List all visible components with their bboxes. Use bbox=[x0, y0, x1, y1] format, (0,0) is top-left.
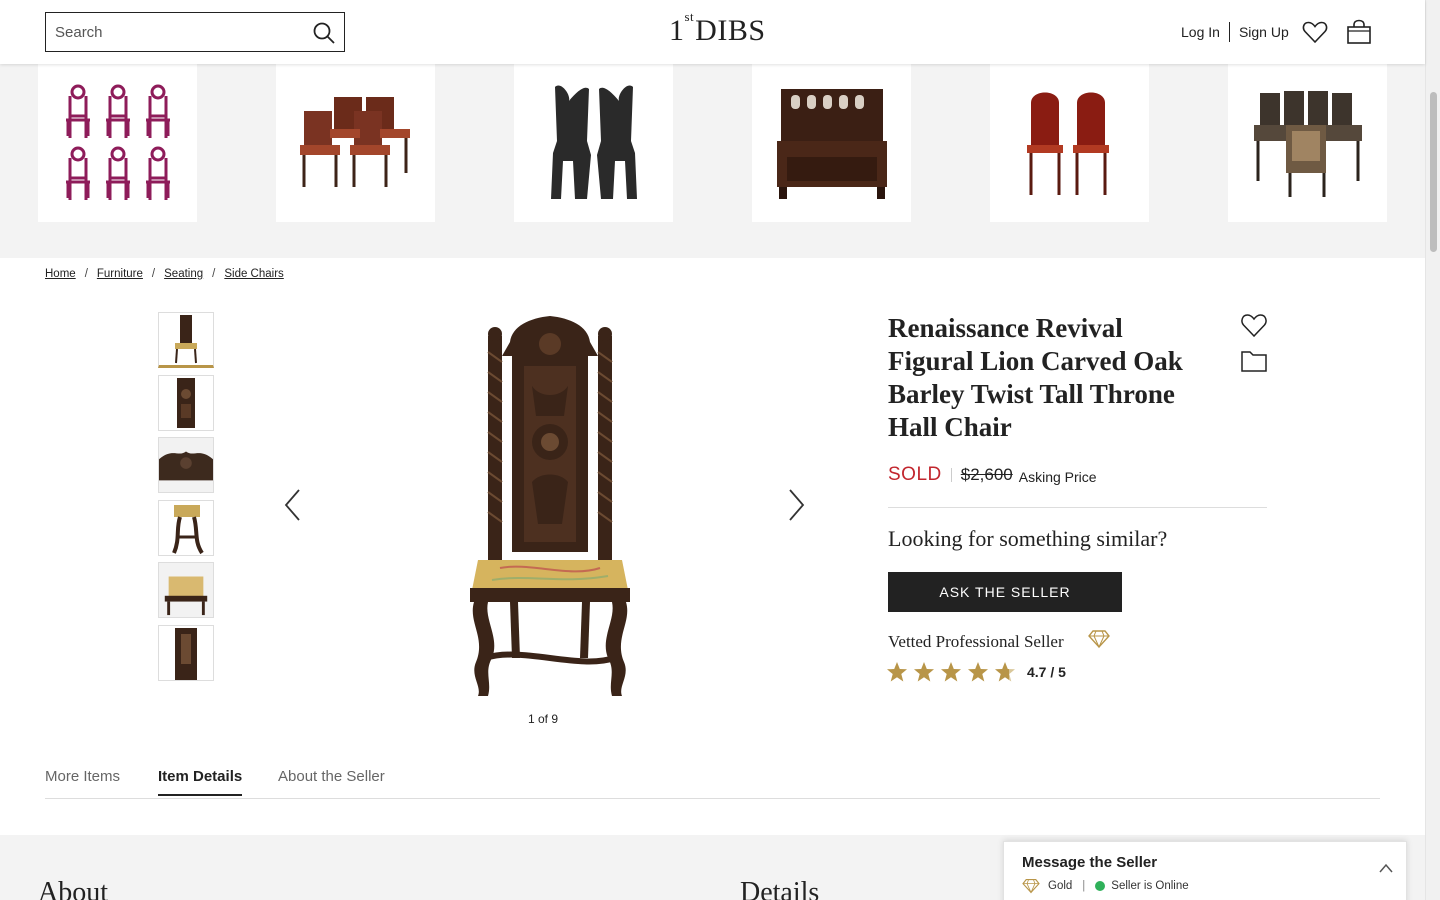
tab-more-items[interactable]: More Items bbox=[45, 768, 120, 794]
shopping-bag-icon[interactable] bbox=[1346, 19, 1372, 45]
page-scrollbar[interactable] bbox=[1425, 0, 1440, 900]
product-tabs: More Items Item Details About the Seller bbox=[45, 764, 1380, 799]
scrollbar-thumb[interactable] bbox=[1430, 92, 1437, 252]
carved-crest-thumb bbox=[159, 438, 213, 492]
site-logo[interactable]: 1stDIBS bbox=[669, 9, 766, 48]
login-link[interactable]: Log In bbox=[1181, 24, 1220, 40]
star-icon bbox=[968, 662, 988, 682]
breadcrumb-home[interactable]: Home bbox=[45, 268, 76, 280]
breadcrumb-furniture[interactable]: Furniture bbox=[97, 268, 143, 280]
price-row: SOLD $2,600 Asking Price bbox=[888, 463, 1097, 487]
breadcrumb-separator: / bbox=[84, 268, 88, 280]
related-item-thumbnail[interactable] bbox=[38, 64, 197, 222]
seller-online-status: Seller is Online bbox=[1111, 880, 1189, 892]
breadcrumb: Home / Furniture / Seating / Side Chairs bbox=[45, 268, 284, 280]
price-divider bbox=[950, 468, 952, 482]
seller-tier: Gold bbox=[1048, 880, 1073, 892]
breadcrumb-side-chairs[interactable]: Side Chairs bbox=[224, 268, 283, 280]
search-bar[interactable] bbox=[45, 12, 345, 52]
seat-detail-thumb bbox=[159, 563, 213, 617]
search-input[interactable] bbox=[55, 23, 305, 41]
related-item-thumbnail[interactable] bbox=[276, 64, 435, 222]
chevron-up-icon[interactable] bbox=[1378, 862, 1394, 874]
breadcrumb-seating[interactable]: Seating bbox=[164, 268, 203, 280]
gallery-thumbnail[interactable] bbox=[158, 625, 214, 681]
chair-rear-thumb bbox=[175, 628, 197, 680]
status-separator: | bbox=[1082, 880, 1086, 892]
seller-rating: 4.7 / 5 bbox=[886, 661, 1066, 683]
breadcrumb-separator: / bbox=[151, 268, 156, 280]
previous-image-arrow[interactable] bbox=[283, 488, 303, 522]
product-title: Renaissance Revival Figural Lion Carved … bbox=[888, 313, 1183, 442]
tab-about-seller[interactable]: About the Seller bbox=[278, 768, 385, 794]
gallery-thumbnail[interactable] bbox=[158, 500, 214, 556]
image-counter: 1 of 9 bbox=[527, 712, 559, 726]
related-item-thumbnail[interactable] bbox=[1228, 64, 1387, 222]
message-panel-title: Message the Seller bbox=[1022, 854, 1158, 871]
red-chairs-image bbox=[1026, 92, 1109, 195]
signup-link[interactable]: Sign Up bbox=[1239, 24, 1289, 40]
gallery-thumbnail[interactable] bbox=[158, 375, 214, 431]
section-divider bbox=[888, 507, 1267, 508]
details-heading: Details bbox=[740, 877, 820, 900]
vetted-seller-label: Vetted Professional Seller bbox=[888, 632, 1064, 651]
gallery-thumbnail[interactable] bbox=[158, 312, 214, 368]
star-icon bbox=[887, 662, 907, 682]
chair-leg-thumb bbox=[172, 505, 204, 555]
related-item-thumbnail[interactable] bbox=[990, 64, 1149, 222]
gold-diamond-icon bbox=[1022, 879, 1040, 894]
related-item-thumbnail[interactable] bbox=[514, 64, 673, 222]
leather-chairs-image bbox=[299, 97, 410, 187]
next-image-arrow[interactable] bbox=[786, 488, 806, 522]
tab-item-details[interactable]: Item Details bbox=[158, 768, 243, 796]
product-main-image[interactable] bbox=[440, 312, 660, 704]
sold-label: SOLD bbox=[888, 464, 942, 485]
star-icon bbox=[914, 662, 934, 682]
purple-chairs-image bbox=[65, 84, 170, 200]
asking-price: $2,600 bbox=[960, 465, 1013, 484]
ask-seller-button[interactable]: ASK THE SELLER bbox=[888, 572, 1122, 612]
star-icon bbox=[941, 662, 961, 682]
chair-back-detail-thumb bbox=[177, 378, 195, 428]
breadcrumb-separator: / bbox=[212, 268, 216, 280]
site-header: 1stDIBS Log In Sign Up bbox=[0, 0, 1425, 64]
account-links: Log In Sign Up bbox=[1181, 22, 1289, 42]
carved-chairs-set-image bbox=[1253, 91, 1362, 197]
similar-heading: Looking for something similar? bbox=[888, 526, 1168, 551]
link-divider bbox=[1228, 22, 1230, 42]
logo-sup: st bbox=[684, 9, 695, 24]
search-icon[interactable] bbox=[312, 21, 336, 45]
online-indicator bbox=[1095, 881, 1106, 891]
rating-value: 4.7 / 5 bbox=[1027, 664, 1066, 680]
about-heading: About bbox=[38, 877, 108, 900]
heart-icon[interactable] bbox=[1302, 19, 1328, 45]
favorite-heart-icon[interactable] bbox=[1240, 311, 1268, 339]
related-items-strip bbox=[0, 64, 1425, 258]
logo-prefix: 1 bbox=[669, 14, 685, 47]
related-item-thumbnail[interactable] bbox=[752, 64, 911, 222]
carved-dark-chairs-image bbox=[550, 85, 637, 199]
message-seller-panel[interactable]: Message the Seller Gold | Seller is Onli… bbox=[1003, 841, 1407, 900]
chair-front-thumb bbox=[175, 315, 197, 364]
seller-status-row: Gold | Seller is Online bbox=[1022, 878, 1189, 894]
asking-price-label: Asking Price bbox=[1018, 468, 1097, 485]
hall-bench-image bbox=[776, 89, 887, 199]
gallery-thumbnail[interactable] bbox=[158, 562, 214, 618]
gallery-thumbnail[interactable] bbox=[158, 437, 214, 493]
folder-icon[interactable] bbox=[1240, 348, 1268, 374]
diamond-icon[interactable] bbox=[1088, 629, 1110, 649]
logo-text: DIBS bbox=[695, 14, 766, 47]
half-star-icon bbox=[995, 662, 1015, 682]
